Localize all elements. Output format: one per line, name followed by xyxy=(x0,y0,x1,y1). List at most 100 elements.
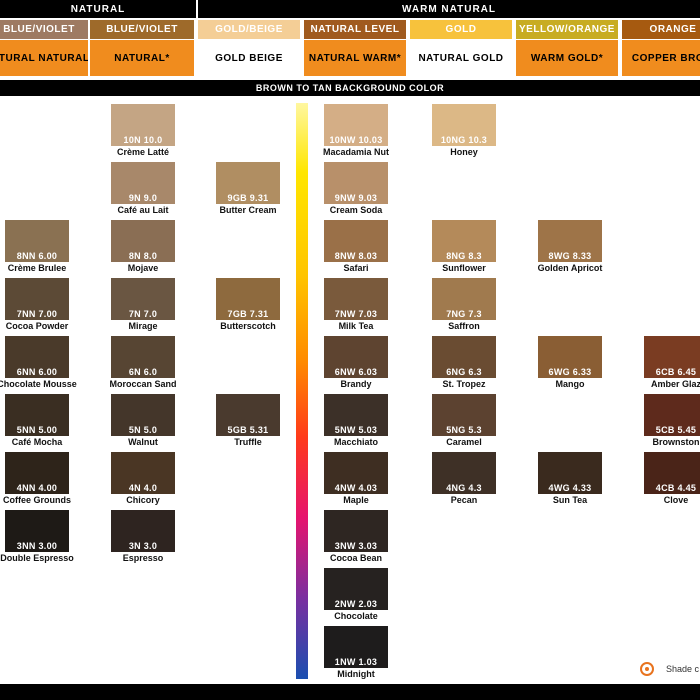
category-header: GOLD/BEIGE xyxy=(198,20,300,39)
swatch-name: Mojave xyxy=(127,263,159,273)
swatch-code: 6NW 6.03 xyxy=(334,367,378,377)
category-header: YELLOW/ORANGE xyxy=(516,20,618,39)
swatch-name: Crème Latté xyxy=(116,147,170,157)
color-swatch: 8NG 8.3 xyxy=(432,220,496,262)
category-header: ORANGE xyxy=(622,20,700,39)
color-swatch: 4NN 4.00 xyxy=(5,452,69,494)
color-swatch: 6WG 6.33 xyxy=(538,336,602,378)
swatch-code: 9N 9.0 xyxy=(128,193,158,203)
color-swatch: 8NW 8.03 xyxy=(324,220,388,262)
swatch-code: 4WG 4.33 xyxy=(548,483,592,493)
swatch-name: Macchiato xyxy=(333,437,378,447)
category-header: BLUE/VIOLET xyxy=(90,20,194,39)
color-swatch: 10NG 10.3 xyxy=(432,104,496,146)
category-header: NATURAL LEVEL xyxy=(304,20,406,39)
swatch-name: Chocolate xyxy=(334,611,378,621)
color-swatch: 5CB 5.45 xyxy=(644,394,700,436)
swatch-code: 1NW 1.03 xyxy=(334,657,378,667)
swatch-code: 9GB 9.31 xyxy=(227,193,269,203)
color-swatch: 6NN 6.00 xyxy=(5,336,69,378)
color-swatch: 9NW 9.03 xyxy=(324,162,388,204)
swatch-name: Walnut xyxy=(128,437,158,447)
swatch-name: Mango xyxy=(555,379,585,389)
swatch-name: Golden Apricot xyxy=(537,263,603,273)
color-swatch: 5GB 5.31 xyxy=(216,394,280,436)
swatch-code: 3N 3.0 xyxy=(128,541,158,551)
swatch-name: Butter Cream xyxy=(219,205,277,215)
swatch-code: 9NW 9.03 xyxy=(334,193,378,203)
product-line-header: NATURAL WARM* xyxy=(304,40,406,76)
product-line-header: NATURAL* xyxy=(90,40,194,76)
swatch-code: 4CB 4.45 xyxy=(655,483,697,493)
swatch-code: 10NG 10.3 xyxy=(440,135,488,145)
color-swatch: 9GB 9.31 xyxy=(216,162,280,204)
swatch-name: Mirage xyxy=(128,321,158,331)
swatch-code: 5NW 5.03 xyxy=(334,425,378,435)
swatch-name: Truffle xyxy=(234,437,262,447)
color-swatch: 4WG 4.33 xyxy=(538,452,602,494)
swatch-code: 8NW 8.03 xyxy=(334,251,378,261)
color-swatch: 7NW 7.03 xyxy=(324,278,388,320)
background-color-bar: BROWN TO TAN BACKGROUND COLOR xyxy=(0,80,700,96)
swatch-name: Honey xyxy=(450,147,478,157)
swatch-name: Maple xyxy=(343,495,369,505)
swatch-code: 10N 10.0 xyxy=(123,135,163,145)
brand-logo-icon xyxy=(640,662,654,676)
swatch-code: 5GB 5.31 xyxy=(227,425,269,435)
color-swatch: 4NG 4.3 xyxy=(432,452,496,494)
swatch-name: Espresso xyxy=(122,553,164,563)
swatch-name: Amber Glaz xyxy=(650,379,700,389)
swatch-name: Caramel xyxy=(446,437,482,447)
color-swatch: 9N 9.0 xyxy=(111,162,175,204)
swatch-code: 6N 6.0 xyxy=(128,367,158,377)
color-swatch: 5NG 5.3 xyxy=(432,394,496,436)
level-gradient-bar xyxy=(296,103,308,679)
swatch-name: Safari xyxy=(343,263,369,273)
swatch-code: 8N 8.0 xyxy=(128,251,158,261)
swatch-name: Saffron xyxy=(448,321,480,331)
swatch-name: Brandy xyxy=(340,379,372,389)
color-swatch: 8NN 6.00 xyxy=(5,220,69,262)
swatch-code: 5NN 5.00 xyxy=(16,425,58,435)
color-swatch: 10NW 10.03 xyxy=(324,104,388,146)
product-line-header: WARM GOLD* xyxy=(516,40,618,76)
swatch-code: 7N 7.0 xyxy=(128,309,158,319)
color-swatch: 6CB 6.45 xyxy=(644,336,700,378)
swatch-code: 7NW 7.03 xyxy=(334,309,378,319)
product-line-header: NATURAL GOLD xyxy=(410,40,512,76)
natural-header: NATURAL xyxy=(0,0,196,18)
color-swatch: 3NW 3.03 xyxy=(324,510,388,552)
color-swatch: 2NW 2.03 xyxy=(324,568,388,610)
swatch-code: 7GB 7.31 xyxy=(227,309,269,319)
swatch-code: 10NW 10.03 xyxy=(329,135,383,145)
swatch-name: Pecan xyxy=(450,495,478,505)
color-swatch: 5NW 5.03 xyxy=(324,394,388,436)
color-swatch: 6NG 6.3 xyxy=(432,336,496,378)
swatch-code: 5N 5.0 xyxy=(128,425,158,435)
swatch-code: 8NG 8.3 xyxy=(446,251,482,261)
swatch-code: 8WG 8.33 xyxy=(548,251,592,261)
swatch-code: 4N 4.0 xyxy=(128,483,158,493)
swatch-name: Midnight xyxy=(337,669,375,679)
color-swatch: 7GB 7.31 xyxy=(216,278,280,320)
color-swatch: 6N 6.0 xyxy=(111,336,175,378)
color-swatch: 10N 10.0 xyxy=(111,104,175,146)
swatch-code: 6NG 6.3 xyxy=(446,367,482,377)
category-header: GOLD xyxy=(410,20,512,39)
swatch-name: Butterscotch xyxy=(220,321,276,331)
swatch-name: Brownston xyxy=(652,437,700,447)
color-swatch: 4CB 4.45 xyxy=(644,452,700,494)
color-swatch: 5NN 5.00 xyxy=(5,394,69,436)
color-swatch: 8WG 8.33 xyxy=(538,220,602,262)
color-swatch: 5N 5.0 xyxy=(111,394,175,436)
swatch-code: 7NN 7.00 xyxy=(16,309,58,319)
color-swatch: 7N 7.0 xyxy=(111,278,175,320)
footer-text: Shade c xyxy=(666,664,700,674)
color-swatch: 6NW 6.03 xyxy=(324,336,388,378)
swatch-name: Chicory xyxy=(126,495,160,505)
swatch-code: 5NG 5.3 xyxy=(446,425,482,435)
swatch-code: 6CB 6.45 xyxy=(655,367,697,377)
swatch-name: Cream Soda xyxy=(329,205,383,215)
footer-bar xyxy=(0,684,700,700)
swatch-name: Sunflower xyxy=(442,263,486,273)
